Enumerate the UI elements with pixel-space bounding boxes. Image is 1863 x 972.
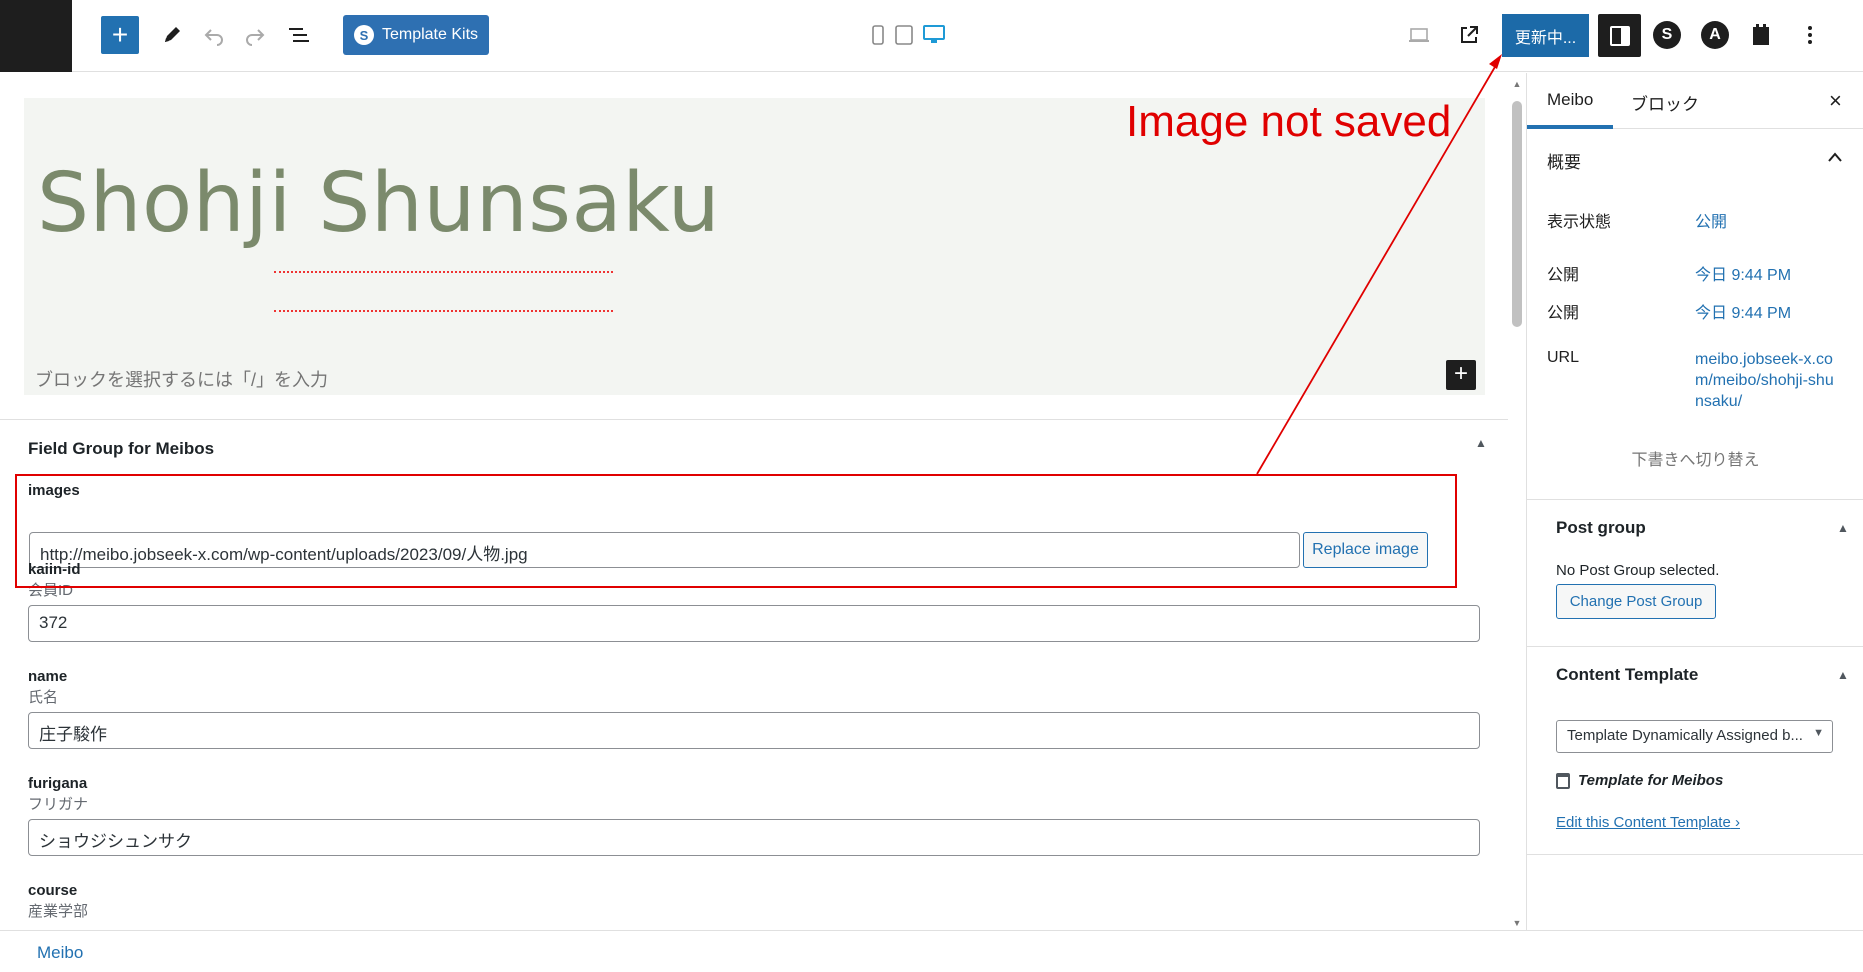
canvas-scrollbar[interactable]: ▲ ▼ bbox=[1508, 73, 1526, 930]
content-template-selected: Template Dynamically Assigned b... bbox=[1567, 727, 1803, 744]
calendar-icon bbox=[1556, 772, 1570, 789]
edit-content-template-link[interactable]: Edit this Content Template › bbox=[1556, 814, 1740, 831]
sidebar-tabs: Meibo ブロック × bbox=[1527, 73, 1863, 129]
template-name: Template for Meibos bbox=[1578, 772, 1724, 789]
chevron-down-icon: ▼ bbox=[1813, 727, 1824, 739]
tab-block[interactable]: ブロック bbox=[1631, 90, 1699, 115]
settings-sidebar: Meibo ブロック × 概要 表示状態 公開 公開 今日 9:44 PM 公開… bbox=[1526, 73, 1863, 930]
scroll-down-icon[interactable]: ▼ bbox=[1512, 918, 1522, 928]
collapse-triangle-icon[interactable]: ▲ bbox=[1837, 521, 1849, 535]
scroll-thumb[interactable] bbox=[1512, 101, 1522, 327]
tab-post[interactable]: Meibo bbox=[1547, 90, 1593, 110]
assigned-template: Template for Meibos bbox=[1556, 772, 1723, 789]
scroll-up-icon[interactable]: ▲ bbox=[1512, 79, 1522, 89]
publish-label-2: 公開 bbox=[1547, 305, 1580, 322]
permalink-link[interactable]: meibo.jobseek-x.com/meibo/shohji-shunsak… bbox=[1695, 349, 1835, 412]
breadcrumb-root[interactable]: Meibo bbox=[37, 943, 83, 963]
change-post-group-button[interactable]: Change Post Group bbox=[1556, 584, 1716, 619]
post-group-status: No Post Group selected. bbox=[1556, 562, 1720, 579]
switch-to-draft-button[interactable]: 下書きへ切り替え bbox=[1527, 446, 1863, 470]
visibility-value[interactable]: 公開 bbox=[1695, 208, 1727, 232]
block-breadcrumb-bar: Meibo bbox=[0, 930, 1863, 972]
panel-divider bbox=[1527, 854, 1863, 855]
visibility-label: 表示状態 bbox=[1547, 214, 1612, 231]
edit-link-label: Edit this Content Template bbox=[1556, 814, 1731, 831]
close-icon[interactable]: × bbox=[1829, 88, 1842, 114]
panel-divider bbox=[1527, 646, 1863, 647]
collapse-triangle-icon[interactable]: ▲ bbox=[1837, 668, 1849, 682]
chevron-right-icon: › bbox=[1735, 814, 1740, 831]
chevron-up-icon[interactable] bbox=[1827, 151, 1843, 163]
post-group-title[interactable]: Post group bbox=[1556, 518, 1646, 538]
content-template-title[interactable]: Content Template bbox=[1556, 665, 1698, 685]
publish-date-2[interactable]: 今日 9:44 PM bbox=[1695, 299, 1791, 323]
url-label: URL bbox=[1547, 349, 1580, 366]
publish-label: 公開 bbox=[1547, 267, 1580, 284]
panel-divider bbox=[1527, 499, 1863, 500]
publish-date[interactable]: 今日 9:44 PM bbox=[1695, 261, 1791, 285]
content-template-select[interactable]: Template Dynamically Assigned b... ▼ bbox=[1556, 720, 1833, 753]
summary-panel-title[interactable]: 概要 bbox=[1547, 148, 1581, 173]
active-tab-indicator bbox=[1527, 125, 1613, 129]
